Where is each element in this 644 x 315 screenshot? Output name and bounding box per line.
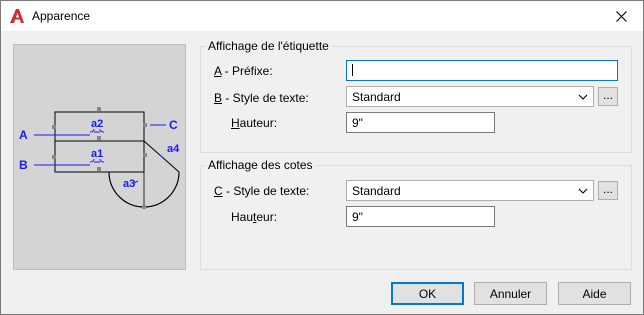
preview-label-a3: a3 bbox=[123, 178, 135, 190]
preview-label-b: B bbox=[19, 158, 28, 172]
ok-button[interactable]: OK bbox=[391, 282, 464, 305]
close-icon bbox=[615, 10, 627, 22]
label-height-label: Hauteur: bbox=[231, 116, 278, 130]
dimension-display-group-title: Affichage des cotes bbox=[205, 158, 316, 172]
dimension-height-label: Hauteur: bbox=[231, 210, 278, 224]
label-display-group-title: Affichage de l'étiquette bbox=[205, 39, 332, 53]
preview-label-a2: a2 bbox=[91, 118, 103, 130]
label-preview: A B C a2 a1 a3 a4 bbox=[13, 44, 186, 270]
preview-label-a4: a4 bbox=[167, 143, 180, 155]
help-button[interactable]: Aide bbox=[558, 282, 631, 305]
label-height-input[interactable] bbox=[346, 112, 495, 133]
preview-label-c: C bbox=[169, 118, 178, 132]
preview-label-a1: a1 bbox=[91, 148, 103, 160]
prefix-label: A - Préfixe: bbox=[214, 64, 273, 78]
dimension-text-style-browse-button[interactable]: ... bbox=[598, 181, 618, 200]
preview-label-a: A bbox=[19, 128, 28, 142]
dimension-text-style-value: Standard bbox=[352, 184, 401, 198]
close-button[interactable] bbox=[599, 1, 643, 31]
autocad-logo-icon bbox=[10, 9, 24, 23]
label-text-style-value: Standard bbox=[352, 90, 401, 104]
dimension-height-input[interactable] bbox=[346, 206, 495, 227]
label-text-style-select[interactable]: Standard bbox=[346, 86, 594, 107]
text-caret bbox=[352, 64, 353, 76]
title-bar: Apparence bbox=[1, 1, 643, 31]
dimension-text-style-select[interactable]: Standard bbox=[346, 180, 594, 201]
dialog-window: Apparence A B C a2 a1 a3 a4 Affichage de… bbox=[0, 0, 644, 315]
chevron-down-icon bbox=[578, 94, 588, 100]
cancel-button[interactable]: Annuler bbox=[474, 282, 547, 305]
dimension-text-style-label: C - Style de texte: bbox=[214, 184, 310, 198]
label-text-style-browse-button[interactable]: ... bbox=[598, 87, 618, 106]
preview-diagram: A B C a2 a1 a3 a4 bbox=[19, 107, 180, 209]
window-title: Apparence bbox=[32, 9, 91, 23]
label-text-style-label: B - Style de texte: bbox=[214, 91, 309, 105]
prefix-input[interactable] bbox=[346, 60, 618, 81]
chevron-down-icon bbox=[578, 188, 588, 194]
